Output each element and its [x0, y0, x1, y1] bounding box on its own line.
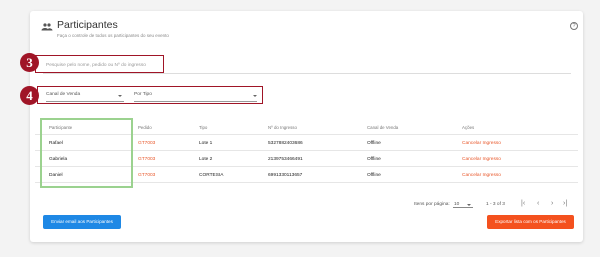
page-title: Participantes — [57, 19, 118, 31]
ticket-number: 6991330113657 — [268, 173, 303, 178]
column-header-type: Tipo — [199, 125, 208, 130]
channel-select[interactable]: Canal de Venda — [46, 92, 80, 97]
sales-channel: Offline — [367, 141, 381, 146]
order-link[interactable]: GT7003 — [138, 157, 155, 162]
sales-channel: Offline — [367, 157, 381, 162]
people-icon — [41, 23, 53, 31]
search-underline — [43, 73, 571, 74]
column-header-ticket-number: Nº do Ingresso — [268, 125, 297, 130]
export-participants-button[interactable]: Exportar lista com os Participantes — [487, 215, 574, 229]
order-link[interactable]: GT7003 — [138, 173, 155, 178]
page-subtitle: Faça o controle de todos os participante… — [57, 33, 169, 38]
help-icon[interactable]: ? — [570, 22, 578, 30]
last-page-icon[interactable]: ›| — [563, 200, 567, 207]
column-header-actions: Ações — [462, 125, 475, 130]
column-header-channel: Canal de Venda — [367, 125, 399, 130]
next-page-icon[interactable]: › — [551, 200, 553, 207]
per-page-underline — [453, 207, 473, 208]
ticket-type: Lote 1 — [199, 141, 213, 146]
type-select[interactable]: Por Tipo — [134, 92, 152, 97]
email-participants-button[interactable]: Enviar email aos Participantes — [43, 215, 121, 229]
cancel-ticket-link[interactable]: Cancelar Ingresso — [462, 157, 501, 162]
sales-channel: Offline — [367, 173, 381, 178]
first-page-icon[interactable]: |‹ — [521, 200, 525, 207]
chevron-down-icon[interactable] — [253, 95, 257, 97]
chevron-down-icon[interactable] — [467, 204, 471, 206]
cancel-ticket-link[interactable]: Cancelar Ingresso — [462, 173, 501, 178]
ticket-number: 5327882403686 — [268, 141, 303, 146]
chevron-down-icon[interactable] — [118, 95, 122, 97]
order-link[interactable]: GT7003 — [138, 141, 155, 146]
ticket-type: Lote 2 — [199, 157, 213, 162]
ticket-number: 2139753466491 — [268, 157, 303, 162]
prev-page-icon[interactable]: ‹ — [537, 200, 539, 207]
ticket-type: CORTESIA — [199, 173, 224, 178]
cancel-ticket-link[interactable]: Cancelar Ingresso — [462, 141, 501, 146]
channel-select-underline — [46, 101, 124, 102]
participant-column-highlight — [40, 118, 133, 188]
pagination-range: 1 - 3 of 3 — [486, 202, 505, 207]
search-input[interactable]: Pesquise pelo nome, pedido ou Nº do ingr… — [46, 63, 146, 68]
type-select-underline — [134, 101, 257, 102]
per-page-label: Itens por página: — [414, 202, 450, 207]
column-header-order: Pedido — [138, 125, 152, 130]
